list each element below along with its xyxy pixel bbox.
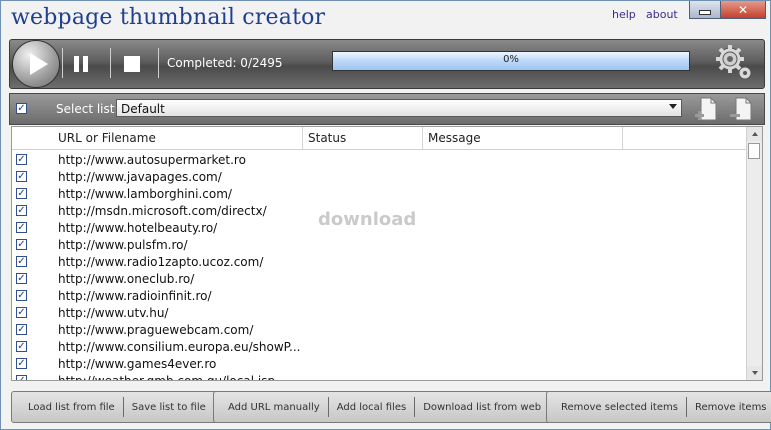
new-document-icon xyxy=(695,97,717,121)
remove-button-group: Remove selected items Remove items xyxy=(546,391,771,423)
url-table: URL or Filename Status Message ✓ http://w… xyxy=(11,126,763,381)
completed-counter: Completed: 0/2495 xyxy=(167,56,283,70)
row-checkbox[interactable]: ✓ xyxy=(16,171,27,182)
row-url: http://www.radio1zapto.ucoz.com/ xyxy=(58,255,264,269)
app-window: webpage thumbnail creator help about ✕ C… xyxy=(0,0,771,430)
column-divider[interactable] xyxy=(422,127,423,149)
row-checkbox[interactable]: ✓ xyxy=(16,273,27,284)
play-button[interactable] xyxy=(12,40,60,88)
load-list-button[interactable]: Load list from file xyxy=(12,392,123,422)
settings-button[interactable] xyxy=(712,42,754,84)
scroll-down-button[interactable] xyxy=(747,366,762,380)
stop-button[interactable] xyxy=(124,56,140,72)
toolbar-divider xyxy=(158,48,159,78)
table-row[interactable]: ✓ http://www.consilium.europa.eu/showP... xyxy=(12,338,746,355)
row-checkbox[interactable]: ✓ xyxy=(16,154,27,165)
toolbar-divider xyxy=(110,48,111,78)
table-row[interactable]: ✓ http://www.games4ever.ro xyxy=(12,355,746,372)
pause-icon xyxy=(74,56,79,72)
row-checkbox[interactable]: ✓ xyxy=(16,239,27,250)
row-url: http://www.radioinfinit.ro/ xyxy=(58,289,212,303)
watermark-logo: download xyxy=(318,209,417,230)
table-row[interactable]: ✓ http://www.javapages.com/ xyxy=(12,168,746,185)
close-icon: ✕ xyxy=(737,2,749,17)
table-row[interactable]: ✓ http://weather.gmb.com.gu/local.jsp xyxy=(12,372,746,381)
row-url: http://weather.gmb.com.gu/local.jsp xyxy=(58,374,276,381)
scroll-up-button[interactable] xyxy=(747,127,762,141)
row-checkbox[interactable]: ✓ xyxy=(16,341,27,352)
delete-document-icon xyxy=(730,97,752,121)
gear-icon xyxy=(716,45,752,80)
file-button-group: Load list from file Save list to file xyxy=(11,391,221,423)
remove-items-button[interactable]: Remove items xyxy=(687,392,771,422)
row-checkbox[interactable]: ✓ xyxy=(16,222,27,233)
column-divider[interactable] xyxy=(302,127,303,149)
window-controls: ✕ xyxy=(689,1,766,19)
row-url: http://www.consilium.europa.eu/showP... xyxy=(58,340,301,354)
row-checkbox[interactable]: ✓ xyxy=(16,205,27,216)
select-all-checkbox[interactable]: ✓ xyxy=(16,103,27,114)
row-url: http://www.oneclub.ro/ xyxy=(58,272,195,286)
add-button-group: Add URL manually Add local files Downloa… xyxy=(213,391,553,423)
add-url-button[interactable]: Add URL manually xyxy=(214,392,328,422)
row-url: http://www.praguewebcam.com/ xyxy=(58,323,254,337)
select-list-label: Select list: xyxy=(56,102,119,116)
row-url: http://www.pulsfm.ro/ xyxy=(58,238,188,252)
row-url: http://www.hotelbeauty.ro/ xyxy=(58,221,218,235)
pause-icon xyxy=(83,56,88,72)
minimize-icon xyxy=(699,9,711,15)
row-checkbox[interactable]: ✓ xyxy=(16,256,27,267)
table-header: URL or Filename Status Message xyxy=(12,127,746,150)
progress-bar: 0% xyxy=(332,51,690,71)
row-url: http://msdn.microsoft.com/directx/ xyxy=(58,204,267,218)
column-header-url[interactable]: URL or Filename xyxy=(58,131,156,145)
add-local-files-button[interactable]: Add local files xyxy=(329,392,414,422)
player-toolbar: Completed: 0/2495 0% xyxy=(9,39,765,89)
row-url: http://www.lamborghini.com/ xyxy=(58,187,232,201)
progress-text: 0% xyxy=(503,54,519,65)
about-link[interactable]: about xyxy=(646,8,678,21)
column-header-status[interactable]: Status xyxy=(308,131,346,145)
table-row[interactable]: ✓ http://www.oneclub.ro/ xyxy=(12,270,746,287)
row-checkbox[interactable]: ✓ xyxy=(16,290,27,301)
row-checkbox[interactable]: ✓ xyxy=(16,188,27,199)
list-dropdown-value: Default xyxy=(121,102,165,116)
column-header-message[interactable]: Message xyxy=(428,131,481,145)
delete-list-button[interactable] xyxy=(728,96,754,122)
row-url: http://www.utv.hu/ xyxy=(58,306,169,320)
chevron-down-icon xyxy=(669,104,677,109)
scroll-thumb[interactable] xyxy=(748,143,760,159)
arrow-up-icon xyxy=(751,132,758,136)
play-icon xyxy=(29,53,48,75)
list-dropdown[interactable]: Default xyxy=(116,99,682,117)
table-row[interactable]: ✓ http://www.lamborghini.com/ xyxy=(12,185,746,202)
app-title: webpage thumbnail creator xyxy=(11,5,326,30)
minimize-button[interactable] xyxy=(689,1,721,19)
row-url: http://www.games4ever.ro xyxy=(58,357,217,371)
row-url: http://www.javapages.com/ xyxy=(58,170,222,184)
new-list-button[interactable] xyxy=(694,96,720,122)
close-button[interactable]: ✕ xyxy=(721,1,766,19)
row-checkbox[interactable]: ✓ xyxy=(16,358,27,369)
column-divider[interactable] xyxy=(622,127,623,149)
table-row[interactable]: ✓ http://www.radioinfinit.ro/ xyxy=(12,287,746,304)
help-link[interactable]: help xyxy=(612,8,636,21)
toolbar-divider xyxy=(62,48,63,78)
pause-button[interactable] xyxy=(74,56,90,72)
row-checkbox[interactable]: ✓ xyxy=(16,324,27,335)
select-list-bar: ✓ Select list: Default xyxy=(9,93,765,125)
save-list-button[interactable]: Save list to file xyxy=(124,392,220,422)
table-row[interactable]: ✓ http://www.praguewebcam.com/ xyxy=(12,321,746,338)
row-checkbox[interactable]: ✓ xyxy=(16,375,27,380)
remove-selected-button[interactable]: Remove selected items xyxy=(547,392,686,422)
row-checkbox[interactable]: ✓ xyxy=(16,307,27,318)
row-url: http://www.autosupermarket.ro xyxy=(58,153,246,167)
arrow-down-icon xyxy=(751,371,758,375)
table-row[interactable]: ✓ http://www.autosupermarket.ro xyxy=(12,151,746,168)
table-row[interactable]: ✓ http://www.utv.hu/ xyxy=(12,304,746,321)
download-list-button[interactable]: Download list from web xyxy=(415,392,551,422)
table-row[interactable]: ✓ http://www.pulsfm.ro/ xyxy=(12,236,746,253)
table-row[interactable]: ✓ http://www.radio1zapto.ucoz.com/ xyxy=(12,253,746,270)
vertical-scrollbar[interactable] xyxy=(746,127,762,380)
